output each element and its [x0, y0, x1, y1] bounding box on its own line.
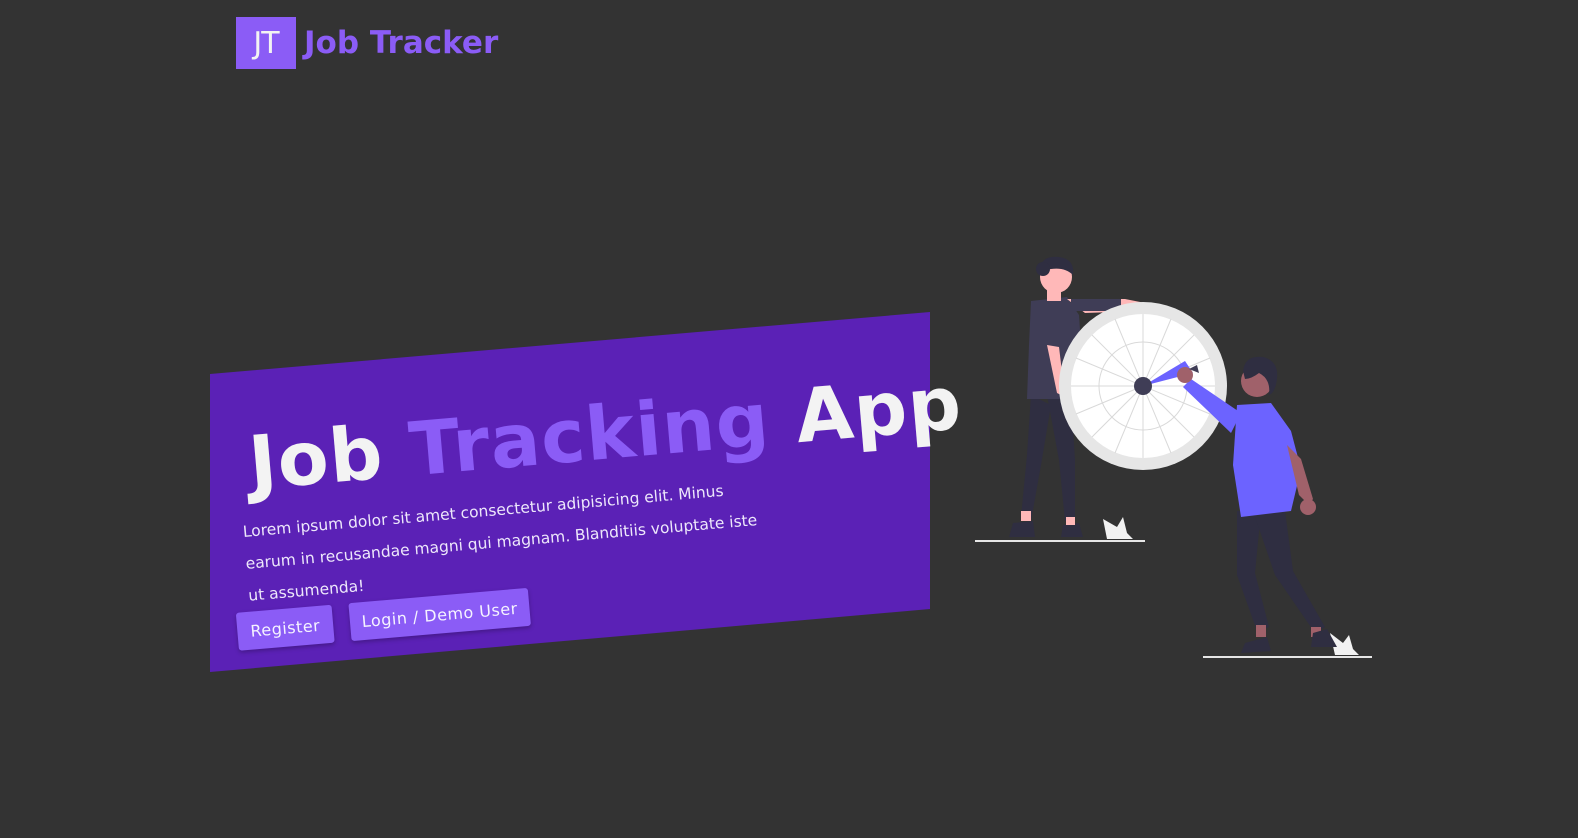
logo-badge[interactable]: JT [236, 17, 296, 69]
hero-content: Job Tracking App Lorem ipsum dolor sit a… [210, 250, 965, 670]
landing-page: JT Job Tracker Job Tracking App Lorem ip… [0, 0, 1578, 838]
brand-name[interactable]: Job Tracker [304, 25, 498, 61]
hero-title-job: Job [245, 409, 387, 508]
people-with-spinning-wheel-illustration [975, 256, 1372, 658]
hero-section: Job Tracking App Lorem ipsum dolor sit a… [210, 312, 965, 672]
navbar: JT Job Tracker [236, 17, 498, 69]
register-button[interactable]: Register [235, 604, 335, 651]
logo-initials: JT [253, 25, 279, 61]
hero-title-app: App [792, 360, 966, 461]
